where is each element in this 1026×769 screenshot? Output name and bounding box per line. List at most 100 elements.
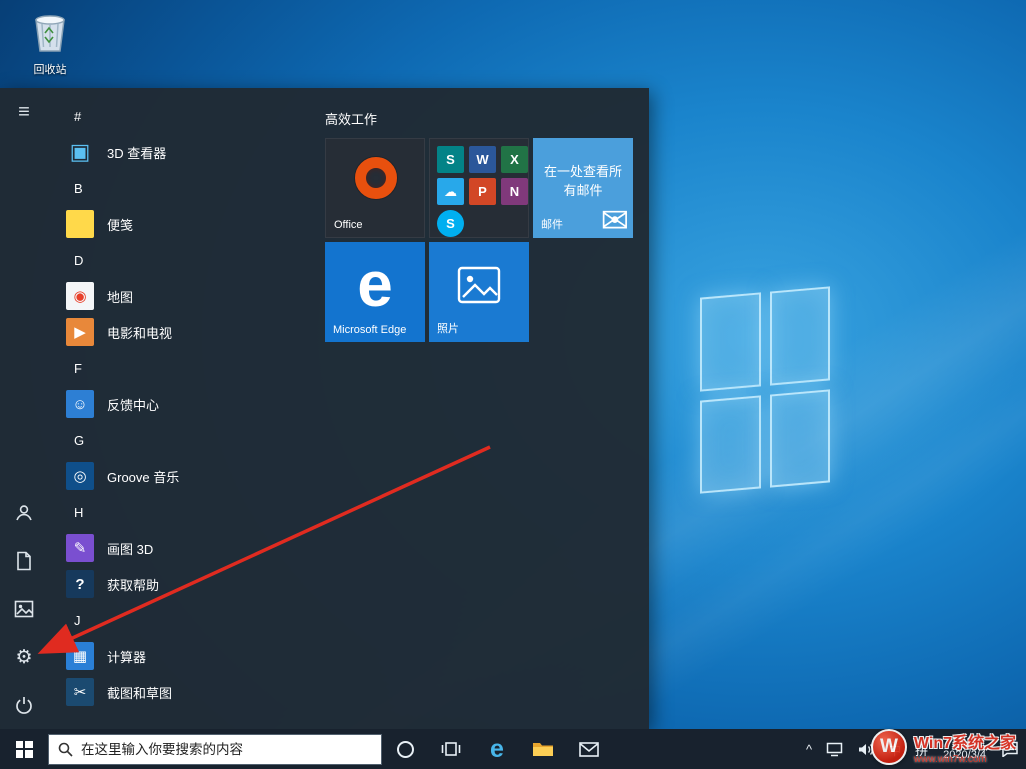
app-section-header-F[interactable]: F bbox=[66, 350, 325, 386]
menu-expand-button[interactable]: ≡ bbox=[0, 88, 48, 136]
desktop: 回收站 ≡ ⚙ # ▣ 3D 查看器 B 便笺 D ◉ 地图 ▶ 电影和电视 F… bbox=[0, 0, 1026, 769]
mail-envelope-icon: ✉ bbox=[600, 202, 630, 238]
network-icon bbox=[826, 742, 843, 756]
hamburger-icon: ≡ bbox=[18, 100, 30, 123]
app-section-header-G[interactable]: G bbox=[66, 422, 325, 458]
settings-button[interactable]: ⚙ bbox=[0, 633, 48, 681]
cortana-button[interactable] bbox=[382, 729, 428, 769]
app-item[interactable]: ✂ 截图和草图 bbox=[66, 674, 325, 710]
mini-tile-onedrive[interactable]: ☁ bbox=[437, 178, 464, 205]
app-icon bbox=[66, 210, 94, 238]
watermark-url: www.win7w.com bbox=[913, 754, 987, 765]
tile-mail-label: 邮件 bbox=[541, 219, 563, 231]
watermark-title: Win7系统之家 bbox=[913, 735, 1016, 752]
windows-logo-pane bbox=[769, 388, 830, 488]
windows-logo-pane bbox=[700, 292, 761, 392]
folder-icon bbox=[533, 743, 553, 756]
app-item[interactable]: ◎ Groove 音乐 bbox=[66, 458, 325, 494]
app-section-header-D[interactable]: D bbox=[66, 242, 325, 278]
tile-mail[interactable]: 在一处查看所有邮件 邮件 ✉ bbox=[533, 138, 633, 238]
chevron-up-icon: ^ bbox=[806, 741, 813, 757]
file-explorer-button[interactable] bbox=[520, 729, 566, 769]
tile-microsoft-edge[interactable]: e Microsoft Edge bbox=[325, 242, 425, 342]
start-menu: ≡ ⚙ # ▣ 3D 查看器 B 便笺 D ◉ 地图 ▶ 电影和电视 F ☺ 反… bbox=[0, 88, 649, 729]
user-icon bbox=[16, 505, 32, 521]
search-input[interactable] bbox=[81, 741, 372, 757]
app-icon: ☺ bbox=[66, 390, 94, 418]
app-list: # ▣ 3D 查看器 B 便笺 D ◉ 地图 ▶ 电影和电视 F ☺ 反馈中心 G ◎ Groove 音乐 H ✎… bbox=[48, 88, 325, 729]
windows-logo-pane bbox=[769, 286, 830, 386]
app-item[interactable]: ☺ 反馈中心 bbox=[66, 386, 325, 422]
app-item[interactable]: ◉ 地图 bbox=[66, 278, 325, 314]
edge-icon: e bbox=[357, 248, 393, 320]
app-item[interactable]: ▦ 计算器 bbox=[66, 638, 325, 674]
trash-can-icon bbox=[35, 15, 65, 52]
taskbar-edge-button[interactable]: e bbox=[474, 729, 520, 769]
app-section-header-H[interactable]: H bbox=[66, 494, 325, 530]
app-label: 3D 查看器 bbox=[107, 145, 167, 161]
windows-start-icon bbox=[15, 740, 33, 758]
app-icon: ◎ bbox=[66, 462, 94, 490]
taskbar-search[interactable] bbox=[48, 733, 382, 765]
tile-photos[interactable]: 照片 bbox=[429, 242, 529, 342]
recycle-bin-label: 回收站 bbox=[33, 64, 67, 76]
app-icon: ✎ bbox=[66, 534, 94, 562]
mini-tile-excel[interactable]: X bbox=[501, 146, 528, 173]
app-icon: ◉ bbox=[66, 282, 94, 310]
app-label: 便笺 bbox=[107, 217, 134, 233]
tile-office[interactable]: Office bbox=[325, 138, 425, 238]
app-section-header-#[interactable]: # bbox=[66, 98, 325, 134]
app-item[interactable]: ▣ 3D 查看器 bbox=[66, 134, 325, 170]
picture-icon bbox=[14, 600, 34, 618]
windows-logo-pane bbox=[700, 394, 761, 494]
tile-edge-label: Microsoft Edge bbox=[333, 324, 407, 336]
start-button[interactable] bbox=[0, 729, 48, 769]
tile-grid: Office S W X ☁ P N S 在一处查看所有邮件 邮件 ✉ e Microsof… bbox=[325, 138, 649, 342]
tile-photos-label: 照片 bbox=[437, 323, 459, 335]
app-item[interactable]: ▶ 电影和电视 bbox=[66, 314, 325, 350]
watermark-logo: W bbox=[870, 729, 907, 765]
mini-tile-skype[interactable]: S bbox=[437, 210, 464, 237]
app-icon: ▣ bbox=[69, 139, 91, 164]
power-button[interactable] bbox=[0, 681, 48, 729]
mini-tile-powerpoint[interactable]: P bbox=[469, 178, 496, 205]
tile-office-label: Office bbox=[334, 219, 363, 231]
search-icon bbox=[58, 742, 73, 757]
task-view-button[interactable] bbox=[428, 729, 474, 769]
app-label: 地图 bbox=[107, 289, 134, 305]
tiles-panel: 高效工作 Office S W X ☁ P N S 在一处查看所有邮件 邮件 ✉ e Mic… bbox=[325, 88, 649, 729]
power-icon bbox=[16, 697, 32, 714]
app-label: 电影和电视 bbox=[107, 325, 173, 341]
app-item[interactable]: ✎ 画图 3D bbox=[66, 530, 325, 566]
app-item[interactable]: 便笺 bbox=[66, 206, 325, 242]
tile-mail-title: 在一处查看所有邮件 bbox=[543, 164, 622, 198]
app-section-header-J[interactable]: J bbox=[66, 602, 325, 638]
mini-tile-sway[interactable]: S bbox=[437, 146, 464, 173]
pictures-button[interactable] bbox=[0, 585, 48, 633]
app-section-header-B[interactable]: B bbox=[66, 170, 325, 206]
photos-icon bbox=[457, 266, 501, 304]
recycle-bin-icon[interactable]: 回收站 bbox=[12, 8, 88, 77]
app-icon: ▦ bbox=[66, 642, 94, 670]
app-label: 反馈中心 bbox=[107, 397, 160, 413]
app-icon: ? bbox=[66, 570, 94, 598]
watermark: W Win7系统之家 www.win7w.com bbox=[870, 729, 1016, 765]
mini-tile-word[interactable]: W bbox=[469, 146, 496, 173]
windows-logo bbox=[700, 286, 830, 494]
cortana-icon bbox=[396, 740, 414, 758]
user-account-button[interactable] bbox=[0, 489, 48, 537]
office-logo-icon bbox=[355, 157, 397, 199]
taskbar-mail-button[interactable] bbox=[566, 729, 612, 769]
tray-show-hidden-button[interactable]: ^ bbox=[799, 729, 819, 769]
tile-group-title[interactable]: 高效工作 bbox=[325, 109, 649, 127]
mini-tile-onenote[interactable]: N bbox=[501, 178, 528, 205]
gear-icon: ⚙ bbox=[15, 646, 33, 668]
app-label: 画图 3D bbox=[107, 541, 154, 557]
tray-network-button[interactable] bbox=[819, 729, 850, 769]
mail-icon bbox=[579, 741, 599, 757]
app-item[interactable]: ? 获取帮助 bbox=[66, 566, 325, 602]
app-label: Groove 音乐 bbox=[107, 469, 180, 485]
tile-office-apps-folder[interactable]: S W X ☁ P N S bbox=[429, 138, 529, 238]
app-label: 计算器 bbox=[107, 649, 147, 665]
documents-button[interactable] bbox=[0, 537, 48, 585]
